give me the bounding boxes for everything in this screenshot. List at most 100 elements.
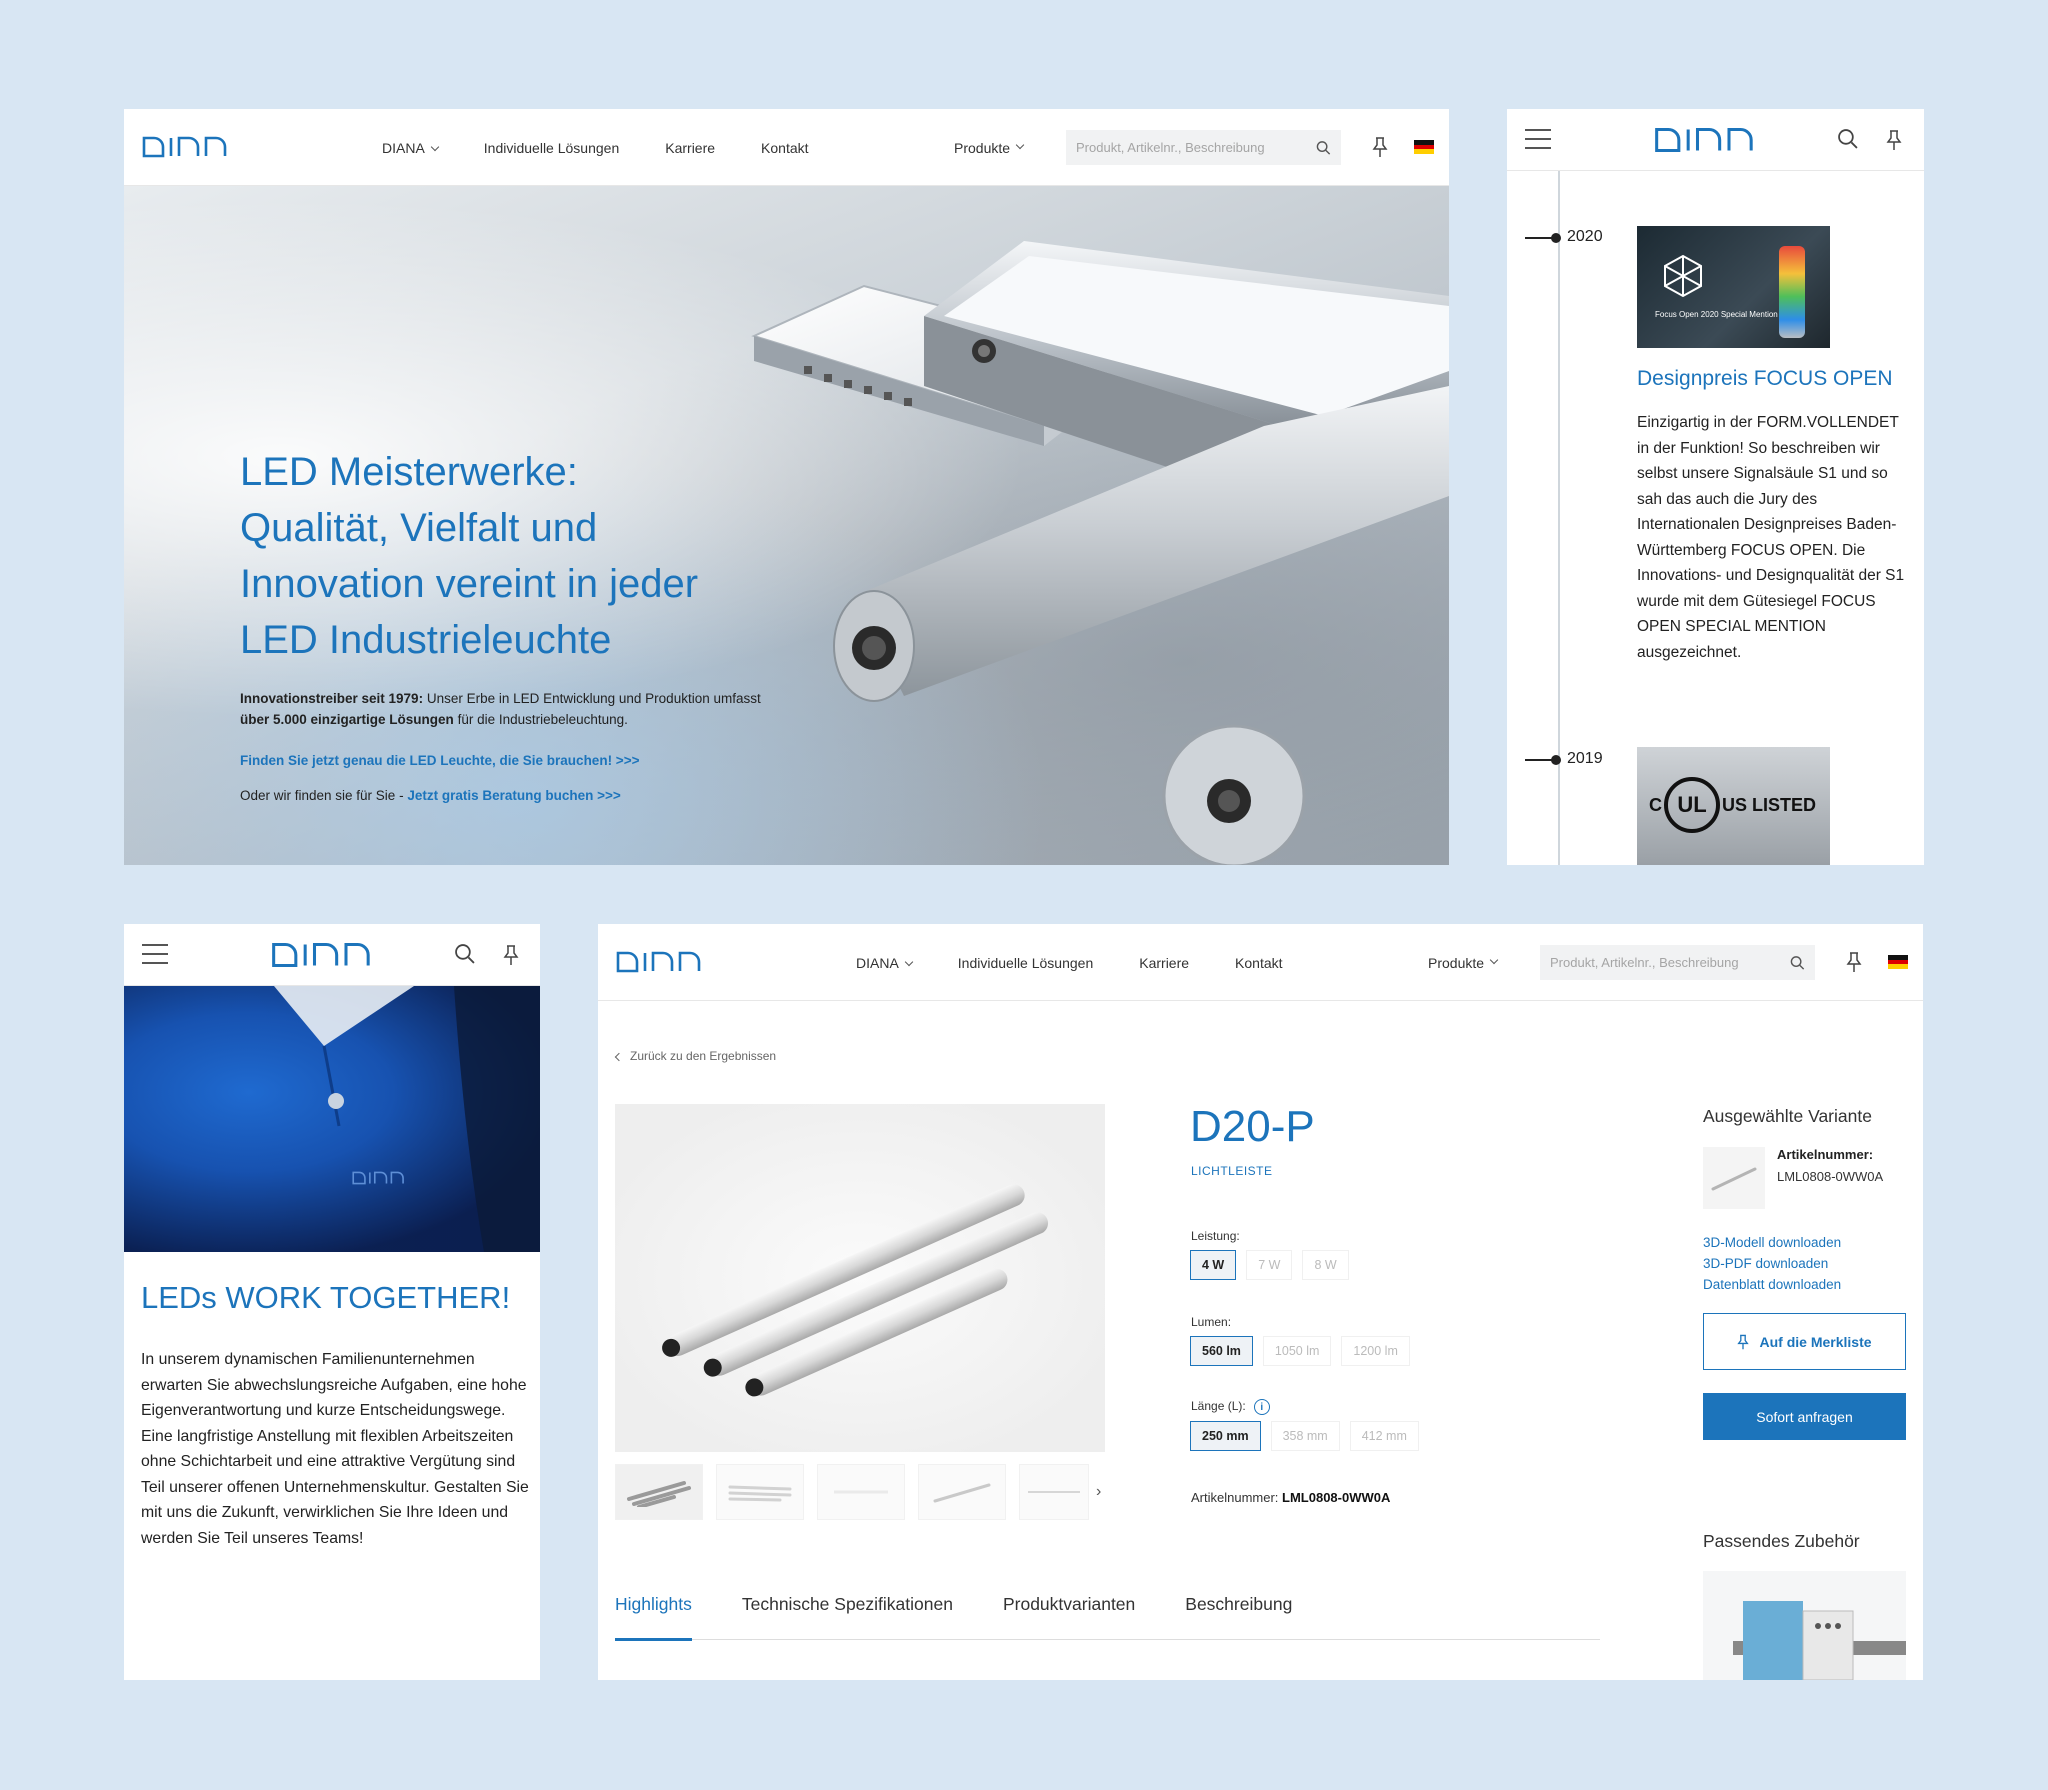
book-consulting-link[interactable]: Jetzt gratis Beratung buchen >>> [407, 788, 620, 803]
chevron-left-icon [614, 1052, 624, 1062]
focus-open-award-icon [1664, 254, 1702, 298]
hero-intro: Innovationstreiber seit 1979: Unser Erbe… [240, 691, 761, 727]
thumbnail[interactable] [615, 1464, 703, 1520]
pin-icon[interactable] [1882, 127, 1906, 153]
search-input[interactable] [1550, 955, 1790, 970]
award-caption: Focus Open 2020 Special Mention [1655, 310, 1778, 319]
timeline-year: 2020 [1567, 228, 1603, 245]
pin-icon [1737, 1334, 1750, 1349]
info-icon[interactable]: i [1253, 1399, 1270, 1415]
nav-diana[interactable]: DIANA [382, 140, 440, 156]
pin-icon[interactable] [499, 942, 523, 968]
mobile-timeline-panel: 2020 Focus Open 2020 Special Mention Des… [1507, 109, 1924, 865]
german-flag-icon[interactable] [1888, 955, 1908, 970]
option-412mm[interactable]: 412 mm [1349, 1421, 1419, 1451]
variant-value: LML0808-0WW0A [1777, 1169, 1884, 1184]
download-3d-model-link[interactable]: 3D-Modell downloaden [1703, 1235, 1841, 1250]
tab-highlights[interactable]: Highlights [615, 1584, 692, 1641]
chevron-down-icon [430, 142, 440, 151]
chevron-down-icon [904, 957, 914, 966]
pin-icon[interactable] [1369, 136, 1391, 158]
article-number: Artikelnummer: LML0808-0WW0A [1191, 1490, 1391, 1505]
product-main-image[interactable] [615, 1104, 1105, 1452]
diana-logo[interactable] [1652, 126, 1778, 154]
product-title: D20-P [1190, 1102, 1315, 1151]
leistung-options: 4 W 7 W 8 W [1190, 1250, 1349, 1280]
option-560lm[interactable]: 560 lm [1190, 1336, 1253, 1366]
product-tabs: Highlights Technische Spezifikationen Pr… [615, 1584, 1600, 1641]
mobile-header [124, 924, 540, 986]
ul-listed-logo: C UL US LISTED [1649, 777, 1816, 833]
option-358mm[interactable]: 358 mm [1270, 1421, 1340, 1451]
accessory-image[interactable] [1703, 1571, 1906, 1680]
chevron-right-icon[interactable]: › [1096, 1483, 1101, 1501]
timeline-dot [1551, 755, 1561, 765]
chevron-down-icon [1489, 955, 1499, 964]
menu-icon[interactable] [1525, 129, 1551, 149]
variant-label: Artikelnummer: [1777, 1147, 1874, 1162]
nav-kontakt[interactable]: Kontakt [1235, 955, 1282, 971]
focus-open-image[interactable]: Focus Open 2020 Special Mention [1637, 226, 1830, 348]
thumbnail[interactable] [817, 1464, 905, 1520]
thumbnail[interactable] [1019, 1464, 1089, 1520]
menu-icon[interactable] [142, 944, 168, 964]
option-7w[interactable]: 7 W [1246, 1250, 1293, 1280]
add-to-watchlist-button[interactable]: Auf die Merkliste [1703, 1313, 1906, 1370]
chevron-down-icon [1015, 140, 1025, 149]
request-now-button[interactable]: Sofort anfragen [1703, 1393, 1906, 1440]
nav-individuelle-loesungen[interactable]: Individuelle Lösungen [484, 140, 619, 156]
nav-diana[interactable]: DIANA [856, 955, 914, 971]
german-flag-icon[interactable] [1414, 140, 1434, 155]
consulting-line: Oder wir finden sie für Sie - Jetzt grat… [240, 788, 621, 803]
lumen-label: Lumen: [1191, 1315, 1232, 1329]
nav-karriere[interactable]: Karriere [665, 140, 715, 156]
timeline-heading: Designpreis FOCUS OPEN [1637, 367, 1893, 390]
option-8w[interactable]: 8 W [1302, 1250, 1349, 1280]
search-icon[interactable] [1316, 140, 1331, 156]
main-nav: DIANA Individuelle Lösungen Karriere Kon… [856, 924, 1283, 1001]
products-menu[interactable]: Produkte [954, 109, 1025, 186]
main-nav: DIANA Individuelle Lösungen Karriere Kon… [382, 109, 809, 186]
option-1050lm[interactable]: 1050 lm [1262, 1336, 1332, 1366]
pin-icon[interactable] [1843, 951, 1865, 973]
search-icon[interactable] [1836, 127, 1860, 151]
led-bar-image [662, 1184, 1049, 1397]
download-datasheet-link[interactable]: Datenblatt downloaden [1703, 1277, 1841, 1292]
download-3d-pdf-link[interactable]: 3D-PDF downloaden [1703, 1256, 1828, 1271]
thumbnail-strip: › [615, 1464, 1101, 1520]
signal-tower-image [1779, 246, 1805, 338]
selected-variant-heading: Ausgewählte Variante [1703, 1106, 1872, 1126]
thumbnail[interactable] [716, 1464, 804, 1520]
hero-banner: LED Meisterwerke: Qualität, Vielfalt und… [124, 186, 1449, 865]
back-to-results-link[interactable]: Zurück zu den Ergebnissen [614, 1049, 776, 1063]
find-led-link[interactable]: Finden Sie jetzt genau die LED Leuchte, … [240, 753, 639, 768]
ul-listed-image[interactable]: C UL US LISTED [1637, 747, 1830, 865]
diana-logo[interactable] [142, 135, 246, 159]
option-4w[interactable]: 4 W [1190, 1250, 1237, 1280]
laenge-options: 250 mm 358 mm 412 mm [1190, 1421, 1419, 1451]
option-250mm[interactable]: 250 mm [1190, 1421, 1261, 1451]
timeline-tick [1525, 237, 1553, 239]
employee-polo-image [124, 986, 540, 1252]
product-category: LICHTLEISTE [1191, 1164, 1273, 1178]
tab-beschreibung[interactable]: Beschreibung [1185, 1584, 1292, 1640]
products-menu[interactable]: Produkte [1428, 924, 1499, 1001]
nav-individuelle-loesungen[interactable]: Individuelle Lösungen [958, 955, 1093, 971]
search-icon[interactable] [1790, 955, 1805, 971]
option-1200lm[interactable]: 1200 lm [1341, 1336, 1410, 1366]
career-heading: LEDs WORK TOGETHER! [141, 1280, 511, 1315]
tab-produktvarianten[interactable]: Produktvarianten [1003, 1584, 1135, 1640]
nav-kontakt[interactable]: Kontakt [761, 140, 808, 156]
search-input[interactable] [1076, 140, 1316, 155]
diana-logo[interactable] [616, 950, 720, 974]
nav-karriere[interactable]: Karriere [1139, 955, 1189, 971]
variant-thumbnail [1703, 1147, 1765, 1209]
diana-logo[interactable] [269, 941, 395, 969]
search-icon[interactable] [453, 942, 477, 966]
laenge-label: Länge (L): i [1191, 1399, 1270, 1415]
career-text: In unserem dynamischen Familienunternehm… [141, 1351, 529, 1547]
tab-technische-spezifikationen[interactable]: Technische Spezifikationen [742, 1584, 953, 1640]
thumbnail[interactable] [918, 1464, 1006, 1520]
accessories-heading: Passendes Zubehör [1703, 1531, 1860, 1551]
timeline-tick [1525, 759, 1553, 761]
